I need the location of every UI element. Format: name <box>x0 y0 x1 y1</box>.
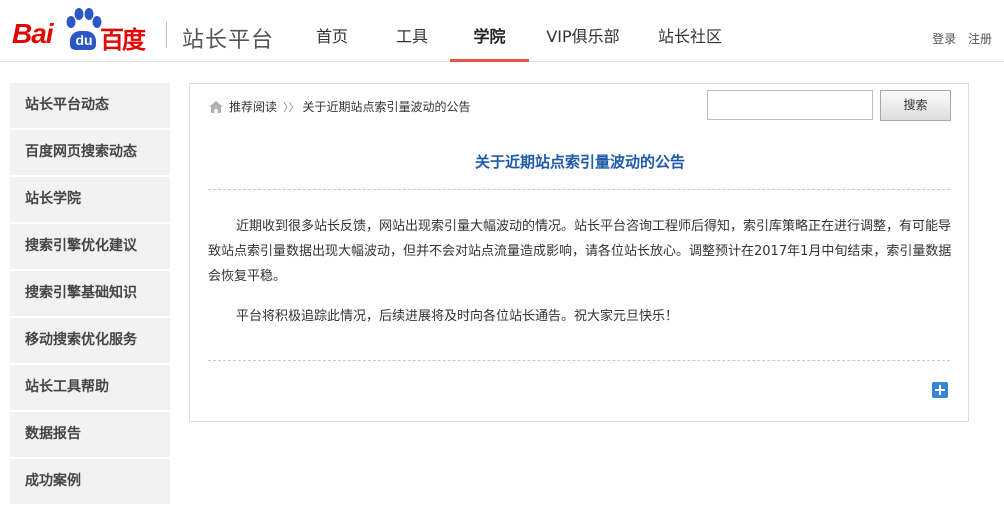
nav-community[interactable]: 站长社区 <box>650 0 730 62</box>
header-divider <box>166 22 167 48</box>
sidebar-item-seo-advice[interactable]: 搜索引擎优化建议 <box>10 224 170 271</box>
search-button[interactable]: 搜索 <box>880 90 951 121</box>
nav-academy[interactable]: 学院 <box>450 0 529 62</box>
article-body: 近期收到很多站长反馈，网站出现索引量大幅波动的情况。站长平台咨询工程师后得知，索… <box>208 214 952 344</box>
title-divider <box>208 189 950 190</box>
site-name: 站长平台 <box>182 28 275 53</box>
sidebar-item-webmaster-academy[interactable]: 站长学院 <box>10 177 170 224</box>
article-paragraph: 平台将积极追踪此情况，后续进展将及时向各位站长通告。祝大家元旦快乐！ <box>236 309 679 324</box>
sidebar-item-platform-news[interactable]: 站长平台动态 <box>10 83 170 130</box>
baidu-logo[interactable]: Bai du 百度 <box>12 6 152 54</box>
login-link[interactable]: 登录 <box>932 32 956 46</box>
nav-tools[interactable]: 工具 <box>374 0 450 62</box>
sidebar-item-seo-basics[interactable]: 搜索引擎基础知识 <box>10 271 170 318</box>
search-input[interactable] <box>707 90 873 120</box>
article-panel: 推荐阅读 〉〉 关于近期站点索引量波动的公告 搜索 关于近期站点索引量波动的公告… <box>189 83 969 422</box>
breadcrumb-current: 关于近期站点索引量波动的公告 <box>302 100 471 114</box>
nav-vip-club[interactable]: VIP俱乐部 <box>538 0 628 62</box>
register-link[interactable]: 注册 <box>968 32 992 46</box>
user-links: 登录 注册 <box>924 30 992 47</box>
article-bottom-divider <box>208 360 950 361</box>
breadcrumb-separator: 〉〉 <box>283 100 300 114</box>
sidebar: 站长平台动态 百度网页搜索动态 站长学院 搜索引擎优化建议 搜索引擎基础知识 移… <box>10 83 170 506</box>
sidebar-item-success-cases[interactable]: 成功案例 <box>10 459 170 506</box>
breadcrumb-parent[interactable]: 推荐阅读 <box>229 98 277 115</box>
nav-home[interactable]: 首页 <box>294 0 370 62</box>
home-icon <box>209 100 223 113</box>
logo-text-bai: Bai <box>12 18 54 49</box>
sidebar-item-mobile-search[interactable]: 移动搜索优化服务 <box>10 318 170 365</box>
logo-text-baidu-cn: 百度 <box>100 26 146 54</box>
plus-icon[interactable] <box>932 382 948 398</box>
sidebar-item-tools-help[interactable]: 站长工具帮助 <box>10 365 170 412</box>
article-title: 关于近期站点索引量波动的公告 <box>474 153 685 171</box>
logo-text-du: du <box>75 32 93 48</box>
sidebar-item-data-reports[interactable]: 数据报告 <box>10 412 170 459</box>
article-paragraph: 近期收到很多站长反馈，网站出现索引量大幅波动的情况。站长平台咨询工程师后得知，索… <box>208 219 952 284</box>
breadcrumb: 推荐阅读 〉〉 关于近期站点索引量波动的公告 <box>208 98 471 115</box>
sidebar-item-web-search-news[interactable]: 百度网页搜索动态 <box>10 130 170 177</box>
top-header: Bai du 百度 站长平台 首页 工具 学院 VIP俱乐部 站长社区 登录 注… <box>0 0 1004 62</box>
